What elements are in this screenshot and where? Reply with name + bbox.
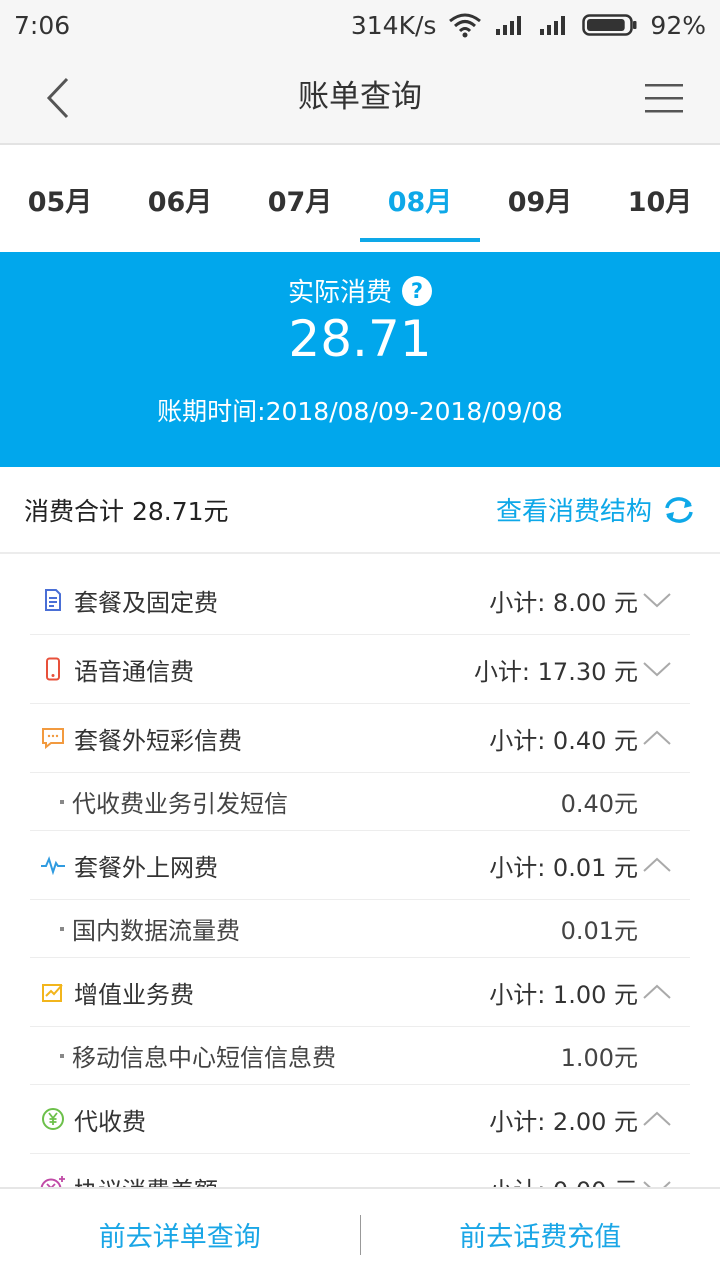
tab-month-05[interactable]: 05月 [0, 147, 120, 252]
bill-item-subtotal: 小计: 0.40 元 [489, 726, 638, 755]
status-bar: 7:06 314K/s 92% [0, 0, 720, 50]
bill-item-subtotal: 小计: 8.00 元 [489, 588, 638, 617]
bullet-dot [60, 926, 64, 931]
bill-subitem-name: 移动信息中心短信信息费 [72, 1044, 336, 1072]
bill-item-subtotal: 小计: 0.01 元 [489, 853, 638, 882]
bill-item-name: 增值业务费 [74, 980, 194, 1009]
signal-icon-1 [496, 16, 522, 35]
status-time: 7:06 [14, 10, 71, 40]
month-tabs: 05月 06月 07月 08月 09月 10月 [0, 147, 720, 252]
chevron-down-icon[interactable] [640, 652, 674, 686]
actual-spend-amount: 28.71 [288, 310, 432, 368]
message-icon [40, 725, 66, 751]
refresh-icon [665, 496, 693, 523]
battery-icon [582, 14, 637, 36]
bill-subitem-amount: 0.40元 [560, 790, 638, 818]
status-indicators: 314K/s 92% [351, 11, 706, 40]
hamburger-menu-icon [645, 84, 683, 113]
bullet-dot [60, 1053, 64, 1058]
bill-subitem-amount: 1.00元 [560, 1044, 638, 1072]
tab-month-07[interactable]: 07月 [240, 147, 360, 252]
bill-item-subtotal: 小计: 1.00 元 [489, 980, 638, 1009]
bill-item-name: 套餐外上网费 [74, 853, 218, 882]
battery-percent: 92% [650, 10, 706, 40]
view-structure-label: 查看消费结构 [495, 497, 652, 527]
page-title: 账单查询 [298, 79, 422, 115]
tab-month-08[interactable]: 08月 [360, 147, 480, 252]
tab-month-10[interactable]: 10月 [600, 147, 720, 252]
bill-item-name: 套餐及固定费 [74, 588, 218, 617]
view-structure-link[interactable]: 查看消费结构 [496, 491, 696, 528]
net-speed: 314K/s [350, 10, 437, 40]
back-button[interactable] [34, 74, 82, 122]
bill-item-subtotal: 小计: 17.30 元 [473, 657, 638, 686]
pulse-icon [40, 852, 66, 878]
total-spend: 消费合计 28.71元 [24, 496, 229, 526]
bill-item-name: 代收费 [74, 1107, 146, 1136]
summary-banner: 实际消费 ? 28.71 账期时间:2018/08/09-2018/09/08 [0, 252, 720, 467]
chevron-down-icon[interactable] [640, 583, 674, 617]
bill-item-subtotal: 小计: 2.00 元 [489, 1107, 638, 1136]
tab-month-06[interactable]: 06月 [120, 147, 240, 252]
signal-icon-2 [540, 16, 566, 35]
bill-subitem: 国内数据流量费 0.01元 [30, 900, 690, 958]
actual-spend-label: 实际消费 [287, 278, 392, 308]
menu-button[interactable] [640, 74, 688, 122]
bill-item-value-added[interactable]: 增值业务费 小计: 1.00 元 [30, 958, 690, 1027]
bill-item-name: 语音通信费 [74, 657, 194, 686]
bill-item-sms-mms[interactable]: 套餐外短彩信费 小计: 0.40 元 [30, 704, 690, 773]
billing-period: 账期时间:2018/08/09-2018/09/08 [157, 397, 563, 426]
bill-item-voice[interactable]: 语音通信费 小计: 17.30 元 [30, 635, 690, 704]
wifi-icon [449, 13, 482, 38]
bullet-dot [60, 799, 64, 804]
help-icon[interactable]: ? [402, 275, 432, 306]
chevron-up-icon[interactable] [640, 721, 674, 755]
bill-subitem: 移动信息中心短信信息费 1.00元 [30, 1027, 690, 1085]
bill-items-list: 套餐及固定费 小计: 8.00 元 语音通信费 小计: 17.30 元 套餐外短… [30, 566, 690, 1223]
chevron-up-icon[interactable] [640, 1102, 674, 1136]
detail-query-button[interactable]: 前去详单查询 [0, 1188, 360, 1280]
tab-month-09[interactable]: 09月 [480, 147, 600, 252]
chevron-up-icon[interactable] [640, 848, 674, 882]
recharge-button[interactable]: 前去话费充值 [361, 1188, 720, 1280]
bill-item-package-fixed[interactable]: 套餐及固定费 小计: 8.00 元 [30, 566, 690, 635]
bottom-action-bar: 前去详单查询 前去话费充值 [0, 1187, 720, 1280]
bill-item-data-overage[interactable]: 套餐外上网费 小计: 0.01 元 [30, 831, 690, 900]
bill-subitem-name: 国内数据流量费 [72, 917, 240, 945]
actual-spend-label-row: 实际消费 ? [0, 272, 720, 309]
bill-subitem: 代收费业务引发短信 0.40元 [30, 773, 690, 831]
phone-icon [40, 656, 66, 682]
bill-subitem-amount: 0.01元 [560, 917, 638, 945]
bill-item-name: 套餐外短彩信费 [74, 726, 242, 755]
chevron-up-icon[interactable] [640, 975, 674, 1009]
chart-up-icon [40, 979, 66, 1005]
bill-item-collection[interactable]: 代收费 小计: 2.00 元 [30, 1085, 690, 1154]
document-icon [40, 587, 66, 613]
yuan-circle-icon [40, 1106, 66, 1132]
app-header: 账单查询 [0, 50, 720, 145]
total-row: 消费合计 28.71元 查看消费结构 [0, 467, 720, 554]
bill-subitem-name: 代收费业务引发短信 [72, 790, 288, 818]
chevron-left-icon [46, 77, 69, 119]
